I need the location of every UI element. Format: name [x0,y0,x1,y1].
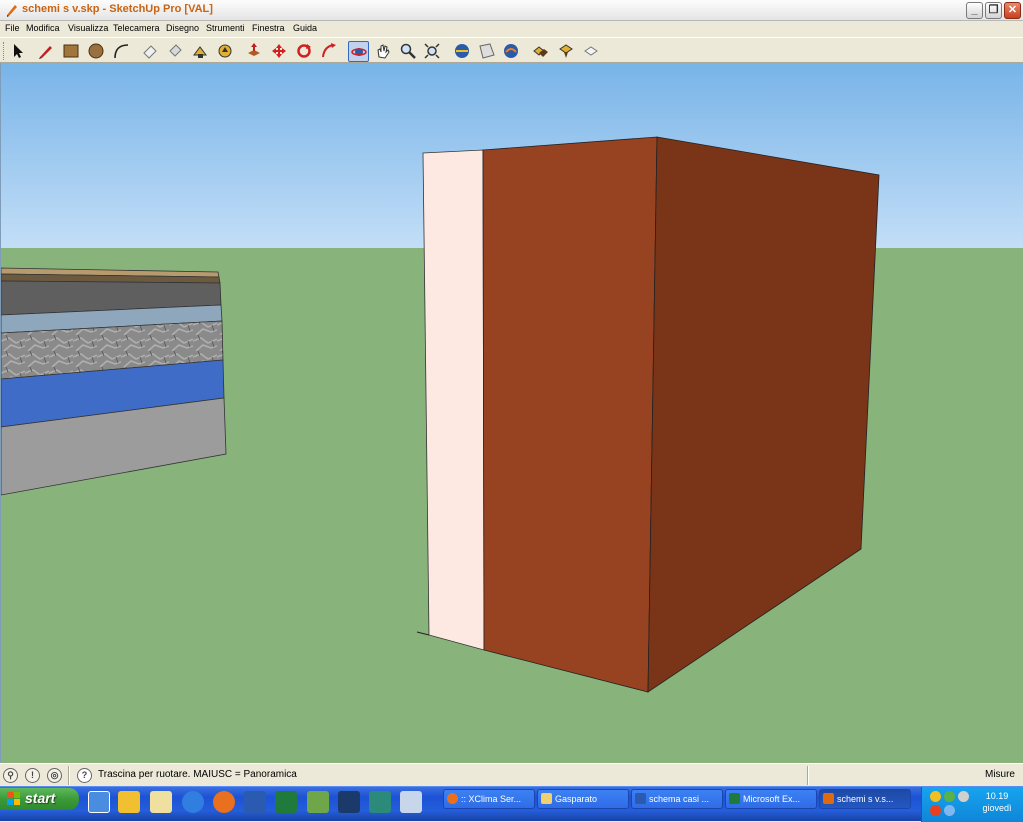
paint-bucket-icon[interactable] [165,41,186,62]
help-icon[interactable]: ? [77,768,92,783]
drawing-viewport[interactable] [0,63,1023,763]
status-divider [68,766,70,785]
windows-taskbar: start :: XClima Ser... Gasparato schema … [0,786,1023,822]
msn-messenger-icon[interactable] [150,791,172,813]
close-button[interactable]: ✕ [1004,2,1021,19]
calculator-icon[interactable] [400,791,422,813]
restore-button[interactable]: ❐ [985,2,1002,19]
task-label: schema casi ... [649,794,710,804]
menu-guida[interactable]: Guida [293,23,317,33]
word-icon [635,793,646,804]
zoom-icon[interactable] [398,41,419,62]
excel-icon [729,793,740,804]
task-gasparato[interactable]: Gasparato [537,789,629,809]
internet-explorer-icon[interactable] [182,791,204,813]
status-divider [807,766,809,785]
rectangle-icon[interactable] [61,41,82,62]
sketchup-quicklaunch-icon[interactable] [307,791,329,813]
clock-time: 10.19 [985,791,1009,801]
security-icon[interactable] [930,791,941,802]
eraser-icon[interactable] [140,41,161,62]
arc-icon[interactable] [111,41,132,62]
components-icon[interactable] [531,41,552,62]
system-tray: 10.19 giovedì [921,787,1023,822]
push-pull-icon[interactable] [215,41,236,62]
share-model-icon[interactable] [581,41,602,62]
pan-icon[interactable] [373,41,394,62]
follow-me-icon[interactable] [190,41,211,62]
show-desktop-icon[interactable] [88,791,110,813]
sketchup-app-icon [7,5,17,17]
start-label: start [25,790,56,806]
volume-icon[interactable] [958,791,969,802]
menu-modifica[interactable]: Modifica [26,23,60,33]
camera-folder-icon[interactable] [118,791,140,813]
task-microsoft-excel[interactable]: Microsoft Ex... [725,789,817,809]
task-label: schemi s v.s... [837,794,894,804]
rotate-icon[interactable] [294,41,315,62]
menu-strumenti[interactable]: Strumenti [206,23,245,33]
task-label: Gasparato [555,794,598,804]
word-icon[interactable] [244,791,266,813]
move-icon[interactable] [269,41,290,62]
menu-telecamera[interactable]: Telecamera [113,23,160,33]
menu-disegno[interactable]: Disegno [166,23,199,33]
user-icon[interactable]: ◎ [47,768,62,783]
task-schema-casi[interactable]: schema casi ... [631,789,723,809]
block-light-panel [422,149,485,651]
credits-icon[interactable]: ! [25,768,40,783]
main-toolbar [0,37,1023,63]
task-label: Microsoft Ex... [743,794,801,804]
start-button[interactable]: start [0,788,79,810]
look-around-icon[interactable] [501,41,522,62]
windows-logo-icon [7,792,20,805]
select-icon[interactable] [8,41,29,62]
task-xclima[interactable]: :: XClima Ser... [443,789,535,809]
menu-file[interactable]: File [5,23,20,33]
menu-bar: File Modifica Visualizza Telecamera Dise… [0,21,1023,37]
walk-icon[interactable] [477,41,498,62]
get-models-icon[interactable] [556,41,577,62]
folder-icon [541,793,552,804]
clock-day: giovedì [982,803,1012,813]
offset-icon[interactable] [244,41,265,62]
clock[interactable]: 10.19 giovedì [982,790,1012,814]
measures-label: Misure [984,769,1015,780]
orbit-icon[interactable] [348,41,369,62]
pencil-icon[interactable] [36,41,57,62]
section-plane-icon[interactable] [452,41,473,62]
menu-finestra[interactable]: Finestra [252,23,285,33]
task-label: :: XClima Ser... [461,794,522,804]
antivirus-icon[interactable] [930,805,941,816]
scale-icon[interactable] [319,41,340,62]
status-hint: Trascina per ruotare. MAIUSC = Panoramic… [98,769,297,780]
circle-icon[interactable] [86,41,107,62]
autocad-icon[interactable] [369,791,391,813]
window-titlebar[interactable]: schemi s v.skp - SketchUp Pro [VAL] _ ❐ … [0,0,1023,21]
cad-icon[interactable] [338,791,360,813]
updates-icon[interactable] [944,805,955,816]
excel-icon[interactable] [275,791,297,813]
model-scene[interactable] [1,63,1023,763]
status-bar: ⚲ ! ◎ ? Trascina per ruotare. MAIUSC = P… [0,763,1023,786]
task-sketchup[interactable]: schemi s v.s... [819,789,911,809]
zoom-extents-icon[interactable] [422,41,443,62]
firefox-icon [447,793,458,804]
sketchup-icon [823,793,834,804]
firefox-icon[interactable] [213,791,235,813]
window-title: schemi s v.skp - SketchUp Pro [VAL] [22,3,213,15]
geolocation-icon[interactable]: ⚲ [3,768,18,783]
block-front-face [482,136,658,693]
minimize-button[interactable]: _ [966,2,983,19]
menu-visualizza[interactable]: Visualizza [68,23,108,33]
network-icon[interactable] [944,791,955,802]
toolbar-grip[interactable] [3,42,6,60]
